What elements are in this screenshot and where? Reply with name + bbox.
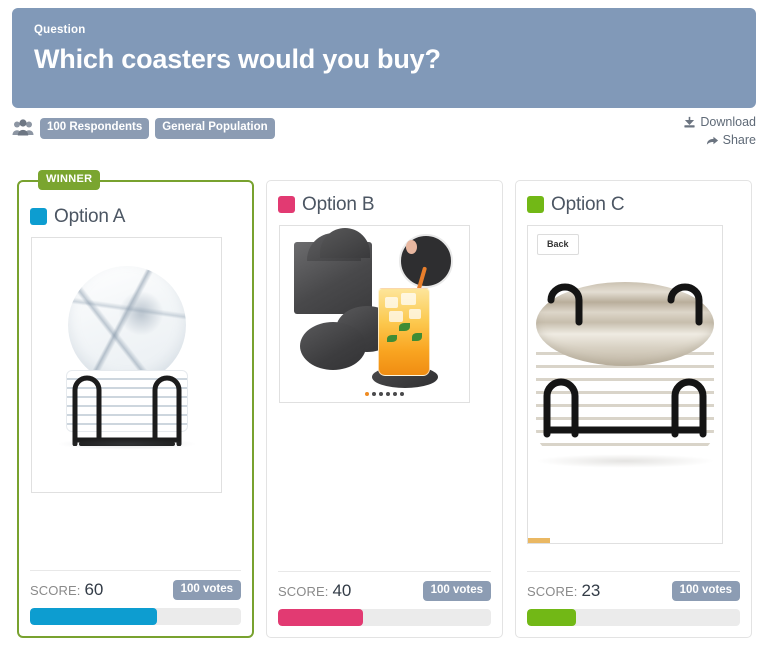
score-label: SCORE: xyxy=(30,582,81,598)
carousel-dot[interactable] xyxy=(392,392,397,396)
score-label: SCORE: xyxy=(527,583,578,599)
question-header: Question Which coasters would you buy? xyxy=(12,8,756,108)
option-card-a[interactable]: WINNER Option A SCORE: 60 100 votes xyxy=(17,170,254,638)
carousel-dots[interactable] xyxy=(364,392,404,396)
score-value: 23 xyxy=(581,580,601,600)
product-shadow xyxy=(535,454,715,468)
option-c-header: Option C xyxy=(527,193,740,215)
option-a-title: Option A xyxy=(54,205,126,227)
respondents-pill: 100 Respondents xyxy=(40,118,150,139)
back-button[interactable]: Back xyxy=(537,234,579,255)
option-b-votes-pill: 100 votes xyxy=(422,580,491,601)
felt-coaster-holder xyxy=(294,228,372,314)
option-a-score-bar-fill xyxy=(30,608,157,625)
option-c-votes-pill: 100 votes xyxy=(671,580,740,601)
option-c-score-bar-fill xyxy=(527,609,576,626)
option-a-image[interactable] xyxy=(31,237,222,493)
option-a-divider xyxy=(30,569,241,571)
poll-results-page: Question Which coasters would you buy? 1… xyxy=(0,0,768,650)
option-b-header: Option B xyxy=(278,193,491,215)
carousel-dot[interactable] xyxy=(371,392,376,396)
share-label: Share xyxy=(722,133,756,148)
option-a-header: Option A xyxy=(30,205,241,227)
felt-coaster-disc-2 xyxy=(300,322,366,370)
option-c-score-row: SCORE: 23 100 votes xyxy=(527,580,740,601)
option-c-color-swatch xyxy=(527,195,544,213)
iced-drink-glass xyxy=(378,288,430,376)
wire-holder xyxy=(528,270,722,470)
option-b-score-bar xyxy=(278,609,491,626)
audience-info: 100 Respondents General Population xyxy=(12,118,275,139)
page-title: Which coasters would you buy? xyxy=(34,44,441,74)
question-eyebrow: Question xyxy=(34,24,86,36)
option-c-spacer xyxy=(527,544,740,571)
option-c-title: Option C xyxy=(551,193,625,215)
carousel-dot[interactable] xyxy=(378,392,383,396)
audience-pill: General Population xyxy=(155,118,275,139)
winner-badge: WINNER xyxy=(38,170,101,190)
option-cards: WINNER Option A SCORE: 60 100 votes Opti… xyxy=(17,170,754,638)
share-button[interactable]: Share xyxy=(706,134,756,147)
option-b-score-row: SCORE: 40 100 votes xyxy=(278,580,491,601)
option-c-score-bar xyxy=(527,609,740,626)
option-a-votes-pill: 100 votes xyxy=(172,579,241,600)
option-a-score: SCORE: 60 xyxy=(30,580,103,600)
option-c-divider xyxy=(527,570,740,572)
option-a-spacer xyxy=(30,493,241,570)
download-button[interactable]: Download xyxy=(683,116,756,129)
option-b-divider xyxy=(278,570,491,572)
hand-thumb xyxy=(406,240,417,254)
product-shadow xyxy=(56,438,197,450)
option-a-score-bar xyxy=(30,608,241,625)
people-group-icon xyxy=(12,119,34,137)
option-card-b[interactable]: Option B SCORE: 40 100 votes xyxy=(266,180,503,638)
download-icon xyxy=(683,116,696,129)
score-value: 60 xyxy=(84,579,104,599)
option-a-color-swatch xyxy=(30,207,47,225)
option-b-score-bar-fill xyxy=(278,609,364,626)
option-card-c[interactable]: Option C Back SCORE: 23 100 votes xyxy=(515,180,752,638)
option-c-score: SCORE: 23 xyxy=(527,581,600,601)
page-actions: Download Share xyxy=(683,116,756,147)
option-c-image[interactable]: Back xyxy=(527,225,723,544)
option-b-image[interactable] xyxy=(279,225,470,403)
option-b-spacer xyxy=(278,403,491,571)
image-progress-indicator xyxy=(528,538,550,543)
download-label: Download xyxy=(700,115,756,130)
score-value: 40 xyxy=(332,580,352,600)
score-label: SCORE: xyxy=(278,583,329,599)
option-b-color-swatch xyxy=(278,195,295,213)
option-b-score: SCORE: 40 xyxy=(278,581,351,601)
meta-bar: 100 Respondents General Population Downl… xyxy=(12,116,756,170)
option-b-title: Option B xyxy=(302,193,375,215)
carousel-dot[interactable] xyxy=(385,392,390,396)
share-arrow-icon xyxy=(706,134,719,147)
carousel-dot[interactable] xyxy=(364,392,369,396)
carousel-dot[interactable] xyxy=(399,392,404,396)
option-a-score-row: SCORE: 60 100 votes xyxy=(30,579,241,600)
wire-holder xyxy=(61,360,193,446)
